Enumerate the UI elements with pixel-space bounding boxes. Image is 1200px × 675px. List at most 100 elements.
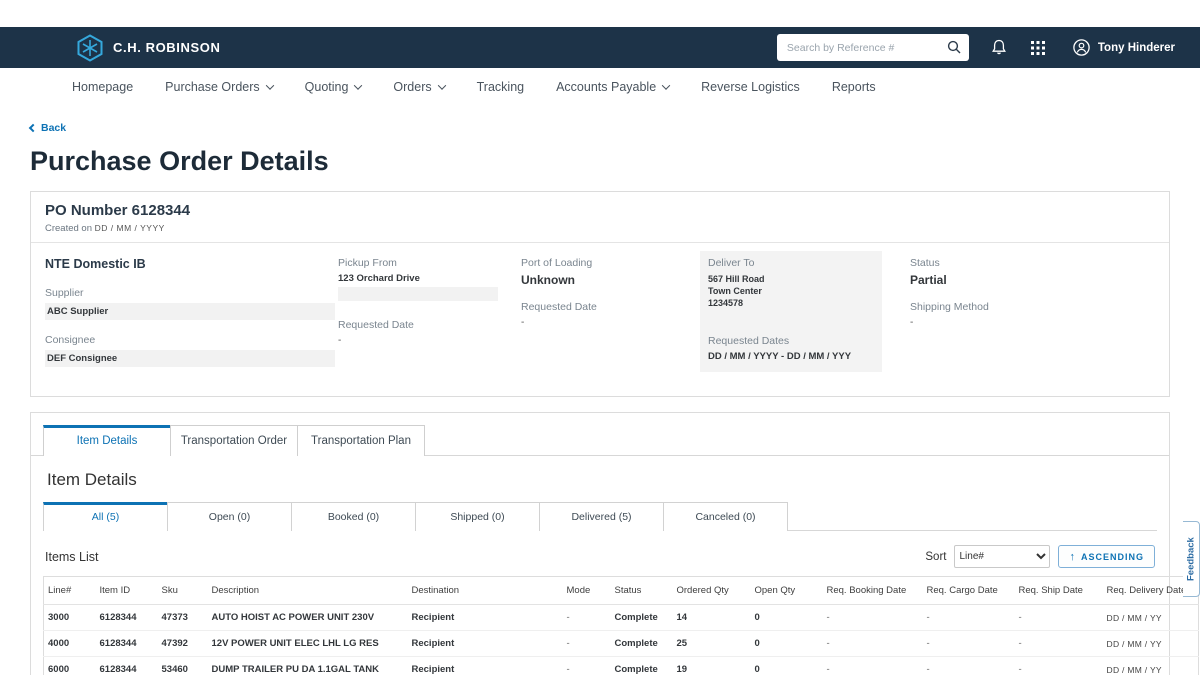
subtab-label: Open (0) — [209, 511, 250, 523]
apps-grid-icon[interactable] — [1031, 41, 1045, 55]
nav-item[interactable]: Tracking — [477, 80, 524, 94]
subtab[interactable]: Delivered (5) — [539, 502, 664, 531]
pickup-requested-value: - — [338, 335, 521, 346]
deliver-requested-value: DD / MM / YYYY - DD / MM / YYY — [708, 351, 874, 362]
col-status: Status — [611, 577, 673, 605]
deliver-address-line1: 567 Hill Road — [708, 273, 874, 285]
tab[interactable]: Transportation Order — [170, 425, 298, 456]
user-menu[interactable]: Tony Hinderer — [1073, 39, 1175, 56]
po-number: PO Number 6128344 — [45, 202, 1155, 219]
cell-open-qty: 0 — [751, 657, 823, 675]
table-row[interactable]: 6000 6128344 53460 DUMP TRAILER PU DA 1.… — [44, 657, 1199, 675]
col-destination: Destination — [408, 577, 563, 605]
cell-description: 12V POWER UNIT ELEC LHL LG RES — [208, 631, 408, 657]
supplier-label: Supplier — [45, 287, 338, 299]
pickup-column: Pickup From 123 Orchard Drive Requested … — [338, 257, 521, 372]
cell-line: 6000 — [44, 657, 96, 675]
nav-item[interactable]: Quoting — [305, 80, 362, 94]
nav-item-label: Tracking — [477, 80, 524, 94]
subtab[interactable]: Booked (0) — [291, 502, 416, 531]
cell-req-ship-date: - — [1015, 657, 1103, 675]
port-label: Port of Loading — [521, 257, 708, 269]
feedback-button[interactable]: Feedback — [1183, 521, 1200, 597]
subtab-label: Shipped (0) — [450, 511, 504, 523]
subtab-label: Canceled (0) — [695, 511, 755, 523]
nav-item[interactable]: Purchase Orders — [165, 80, 272, 94]
pickup-requested-label: Requested Date — [338, 319, 521, 331]
subtab[interactable]: Canceled (0) — [663, 502, 788, 531]
nav-item[interactable]: Reports — [832, 80, 876, 94]
chevron-down-icon — [662, 81, 670, 89]
nav-item[interactable]: Orders — [393, 80, 444, 94]
cell-item-id: 6128344 — [96, 657, 158, 675]
main-nav: Homepage Purchase Orders Quoting Orders … — [0, 68, 1200, 106]
nav-item[interactable]: Accounts Payable — [556, 80, 669, 94]
chevron-left-icon — [29, 124, 37, 132]
chevron-down-icon — [354, 81, 362, 89]
cell-status: Complete — [611, 631, 673, 657]
cell-description: AUTO HOIST AC POWER UNIT 230V — [208, 605, 408, 631]
cell-item-id: 6128344 — [96, 631, 158, 657]
consignee-value: DEF Consignee — [47, 353, 117, 364]
chevron-down-icon — [437, 81, 445, 89]
shipping-method-value: - — [910, 317, 1155, 328]
cell-req-cargo-date: - — [923, 631, 1015, 657]
cell-line: 4000 — [44, 631, 96, 657]
sort-direction-button[interactable]: ↑ ASCENDING — [1058, 545, 1155, 568]
deliver-address-line2: Town Center — [708, 285, 874, 297]
po-summary-card: PO Number 6128344 Created on DD / MM / Y… — [30, 191, 1170, 397]
section-title: Item Details — [47, 470, 1153, 490]
po-created: Created on DD / MM / YYYY — [45, 223, 1155, 234]
deliver-label: Deliver To — [708, 257, 874, 269]
subtab-label: All (5) — [92, 511, 119, 523]
details-tabs-card: Item Details Transportation Order Transp… — [30, 412, 1170, 675]
table-row[interactable]: 4000 6128344 47392 12V POWER UNIT ELEC L… — [44, 631, 1199, 657]
nav-item-label: Orders — [393, 80, 431, 94]
nav-item[interactable]: Homepage — [72, 80, 133, 94]
tab[interactable]: Transportation Plan — [297, 425, 425, 456]
cell-ordered-qty: 19 — [673, 657, 751, 675]
po-type: NTE Domestic IB — [45, 257, 338, 271]
cell-ordered-qty: 14 — [673, 605, 751, 631]
cell-destination: Recipient — [408, 657, 563, 675]
cell-description: DUMP TRAILER PU DA 1.1GAL TANK — [208, 657, 408, 675]
cell-req-booking-date: - — [823, 631, 923, 657]
subtab[interactable]: Open (0) — [167, 502, 292, 531]
consignee-label: Consignee — [45, 334, 338, 346]
tab[interactable]: Item Details — [43, 425, 171, 456]
cell-req-booking-date: - — [823, 657, 923, 675]
col-req-ship-date: Req. Ship Date — [1015, 577, 1103, 605]
cell-sku: 47392 — [158, 631, 208, 657]
subtab[interactable]: All (5) — [43, 502, 168, 531]
port-column: Port of Loading Unknown Requested Date - — [521, 257, 708, 372]
nav-item[interactable]: Reverse Logistics — [701, 80, 800, 94]
chrobinson-logo-icon — [77, 34, 103, 62]
search-icon[interactable] — [947, 40, 961, 54]
sort-label: Sort — [925, 551, 946, 563]
search-input[interactable] — [777, 34, 969, 61]
col-mode: Mode — [563, 577, 611, 605]
subtab[interactable]: Shipped (0) — [415, 502, 540, 531]
pickup-label: Pickup From — [338, 257, 521, 269]
col-open-qty: Open Qty — [751, 577, 823, 605]
cell-status: Complete — [611, 657, 673, 675]
sort-select[interactable]: Line# — [954, 545, 1050, 568]
cell-sku: 53460 — [158, 657, 208, 675]
tab-strip: Item Details Transportation Order Transp… — [31, 413, 1169, 456]
deliver-address-line3: 1234578 — [708, 297, 874, 309]
brand: C.H. ROBINSON — [77, 34, 220, 62]
top-whitespace — [0, 0, 1200, 27]
global-search — [777, 34, 969, 61]
pickup-address: 123 Orchard Drive — [338, 273, 521, 284]
arrow-up-icon: ↑ — [1069, 551, 1076, 563]
table-row[interactable]: 3000 6128344 47373 AUTO HOIST AC POWER U… — [44, 605, 1199, 631]
port-requested-value: - — [521, 317, 708, 328]
notifications-bell-icon[interactable] — [991, 39, 1007, 56]
nav-item-label: Reports — [832, 80, 876, 94]
cell-destination: Recipient — [408, 605, 563, 631]
back-link[interactable]: Back — [30, 122, 66, 134]
col-sku: Sku — [158, 577, 208, 605]
nav-item-label: Homepage — [72, 80, 133, 94]
cell-mode: - — [563, 631, 611, 657]
deliver-column: Deliver To 567 Hill Road Town Center 123… — [708, 257, 910, 372]
